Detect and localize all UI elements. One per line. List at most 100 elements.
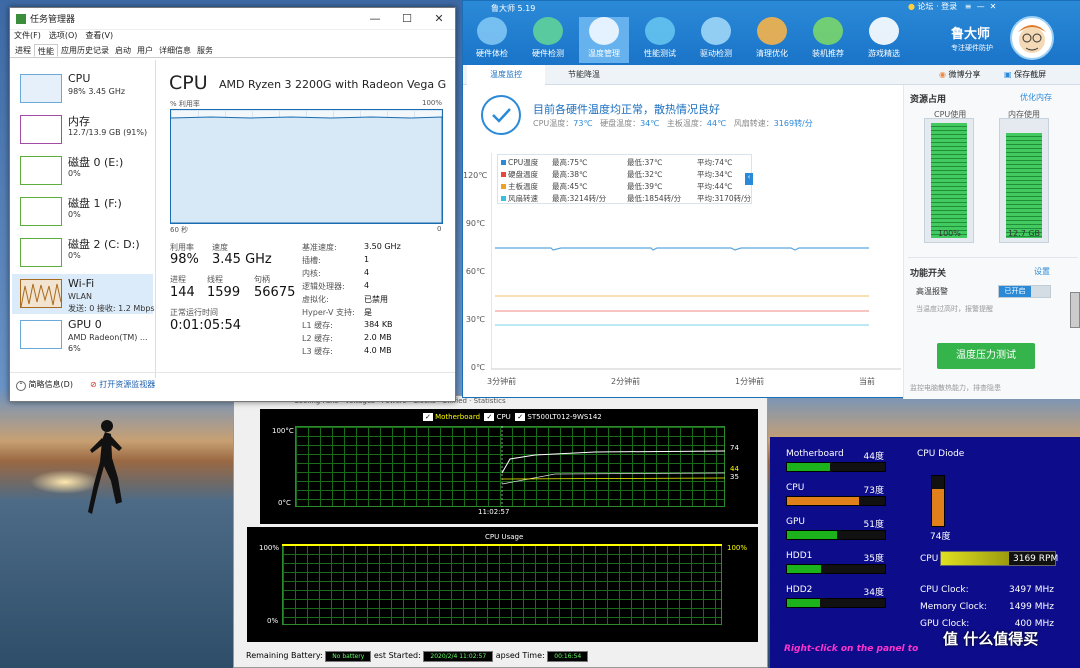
resource-monitor-link[interactable]: ⊘ 打开资源监视器 <box>90 379 155 390</box>
menu-view[interactable]: 查看(V) <box>85 30 113 44</box>
legend-cell: 最低:32℃ <box>627 170 663 179</box>
legend-swatch <box>501 184 506 189</box>
chevron-up-icon: ⌃ <box>16 381 26 391</box>
optimize-memory-link[interactable]: 优化内存 <box>1020 92 1052 103</box>
tab-startup[interactable]: 启动 <box>112 44 134 57</box>
chip-icon <box>533 17 563 45</box>
sensor-label: HDD2 <box>786 585 813 595</box>
sidebar-thumbnail <box>20 279 62 308</box>
tab-users[interactable]: 用户 <box>134 44 156 57</box>
ludashi-header: 鲁大师 5.19 硬件体检 硬件检测 温度管理 性能测试 驱动检测 清理优化 装机推荐 游戏精… <box>463 1 1080 65</box>
nav-broom[interactable]: 清理优化 <box>747 17 797 63</box>
cpu-model: AMD Ryzen 3 2200G with Radeon Vega Graph… <box>219 78 447 91</box>
tab-services[interactable]: 服务 <box>194 44 216 57</box>
sidebar-name: Wi-Fi <box>68 277 95 290</box>
sensor-label: CPU <box>786 483 805 493</box>
battery-value: No battery <box>325 651 372 662</box>
sidebar-detail: 0% <box>68 169 81 178</box>
sidebar-item[interactable]: CPU 98% 3.45 GHz <box>12 69 153 109</box>
nav-label: 驱动检测 <box>700 49 732 58</box>
sensor-value: 51度 <box>863 520 884 530</box>
nav-thermometer[interactable]: 温度管理 <box>579 17 629 63</box>
stress-test-button[interactable]: 温度压力测试 <box>937 343 1035 369</box>
nav-cube[interactable]: 装机推荐 <box>803 17 853 63</box>
sidebar-name: 磁盘 1 (F:) <box>68 197 122 210</box>
temp-val-cpu: 74 <box>730 444 739 452</box>
maximize-icon[interactable]: ☐ <box>391 12 423 25</box>
handle-label: 句柄 <box>254 275 270 284</box>
cpu-usage-graph: CPU Usage 100% 0% 100% <box>247 527 758 642</box>
legend-row: 主板温度 最高:45℃ 最低:39℃ 平均:44℃ <box>501 181 757 193</box>
sensor-bar-fill <box>787 565 822 573</box>
legend-collapse-icon[interactable]: ‹ <box>745 173 753 185</box>
uptime-value: 0:01:05:54 <box>170 318 242 333</box>
nav-gamepad[interactable]: 游戏精选 <box>859 17 909 63</box>
menu-bar: 文件(F) 选项(O) 查看(V) <box>10 30 455 44</box>
nav-gauge[interactable]: 性能测试 <box>635 17 685 63</box>
task-manager-window: 任务管理器 — ☐ ✕ 文件(F) 选项(O) 查看(V) 进程 性能 应用历史记录… <box>9 7 456 402</box>
clock-label: CPU Clock: <box>920 585 969 595</box>
share-weibo[interactable]: ◉ 微博分享 <box>939 69 981 80</box>
fan-label: CPU <box>920 554 939 564</box>
sidebar-detail: 0% <box>68 251 81 260</box>
sensor-footer: Right-click on the panel to <box>784 644 919 654</box>
temperature-lines <box>501 426 725 507</box>
legend-cell: 平均:74℃ <box>697 158 733 167</box>
sensor-bar-fill <box>787 531 837 539</box>
sidebar-item[interactable]: 磁盘 2 (C: D:) 0% <box>12 233 153 273</box>
sidebar-item[interactable]: 磁盘 0 (E:) 0% <box>12 151 153 191</box>
cube-icon <box>813 17 843 45</box>
tab-details[interactable]: 详细信息 <box>156 44 194 57</box>
sidebar-thumbnail <box>20 156 62 185</box>
sidebar-thumbnail <box>20 320 62 349</box>
sidebar-thumbnail <box>20 238 62 267</box>
func-title: 功能开关 <box>910 269 947 279</box>
close-icon[interactable]: ✕ <box>423 12 455 25</box>
sidebar-item[interactable]: 磁盘 1 (F:) 0% <box>12 192 153 232</box>
edge-scroll-handle[interactable] <box>1070 292 1080 328</box>
sidebar-name: GPU 0 <box>68 318 102 331</box>
spec-key: Hyper-V 支持: <box>302 308 355 317</box>
sensor-label: HDD1 <box>786 551 813 561</box>
tab-app-history[interactable]: 应用历史记录 <box>58 44 112 57</box>
res-title: 资源占用 <box>910 95 947 105</box>
login-link[interactable]: 登录 <box>941 2 957 11</box>
legend-row: 风扇转速 最高:3214转/分 最低:1854转/分 平均:3170转/分 <box>501 193 757 205</box>
tab-performance[interactable]: 性能 <box>34 44 58 57</box>
save-screenshot[interactable]: ▣ 保存截屏 <box>1004 69 1046 80</box>
sidebar-item[interactable]: 内存 12.7/13.9 GB (91%) <box>12 110 153 150</box>
tab-processes[interactable]: 进程 <box>12 44 34 57</box>
status-check-icon <box>481 95 521 135</box>
brief-info-toggle[interactable]: ⌃ 简略信息(D) <box>16 379 73 391</box>
ludashi-window: 鲁大师 5.19 硬件体检 硬件检测 温度管理 性能测试 驱动检测 清理优化 装机推荐 游戏精… <box>462 0 1080 399</box>
menu-file[interactable]: 文件(F) <box>14 30 41 44</box>
x-tick: 1分钟前 <box>735 377 765 386</box>
nav-monitor-check[interactable]: 硬件体检 <box>467 17 517 63</box>
subtab-temp-monitor[interactable]: 温度监控 <box>467 65 545 85</box>
menu-options[interactable]: 选项(O) <box>49 30 78 44</box>
clock-label: Memory Clock: <box>920 602 987 612</box>
fan-bar-fill <box>941 552 1010 565</box>
legend-swatch <box>501 160 506 165</box>
time-axis-zero: 0 <box>437 225 442 233</box>
sidebar-item[interactable]: Wi-Fi WLAN 发送: 0 接收: 1.2 Mbps <box>12 274 155 314</box>
nav-driver[interactable]: 驱动检测 <box>691 17 741 63</box>
proc-value: 144 <box>170 285 195 300</box>
settings-link[interactable]: 设置 <box>1034 266 1050 277</box>
sidebar-name: 磁盘 2 (C: D:) <box>68 238 140 251</box>
alarm-toggle[interactable]: 已开启 <box>998 285 1051 298</box>
subtab-energy-saving[interactable]: 节能降温 <box>545 65 623 85</box>
y-tick: 120℃ <box>463 171 488 180</box>
top-links: ● 论坛 · 登录 ≡ — ✕ <box>908 2 997 11</box>
spec-value: 2.0 MB <box>364 333 392 342</box>
diode-bar <box>931 475 945 527</box>
brand-name: 鲁大师 <box>951 27 991 42</box>
legend-cell: 最低:1854转/分 <box>627 194 682 203</box>
nav-chip[interactable]: 硬件检测 <box>523 17 573 63</box>
gauge-icon <box>645 17 675 45</box>
forum-link[interactable]: 论坛 <box>918 2 934 11</box>
sidebar-item[interactable]: GPU 0 AMD Radeon(TM) ... 6% <box>12 315 153 355</box>
thermometer-icon <box>589 17 619 45</box>
nav-label: 硬件体检 <box>476 49 508 58</box>
minimize-icon[interactable]: — <box>359 12 391 25</box>
